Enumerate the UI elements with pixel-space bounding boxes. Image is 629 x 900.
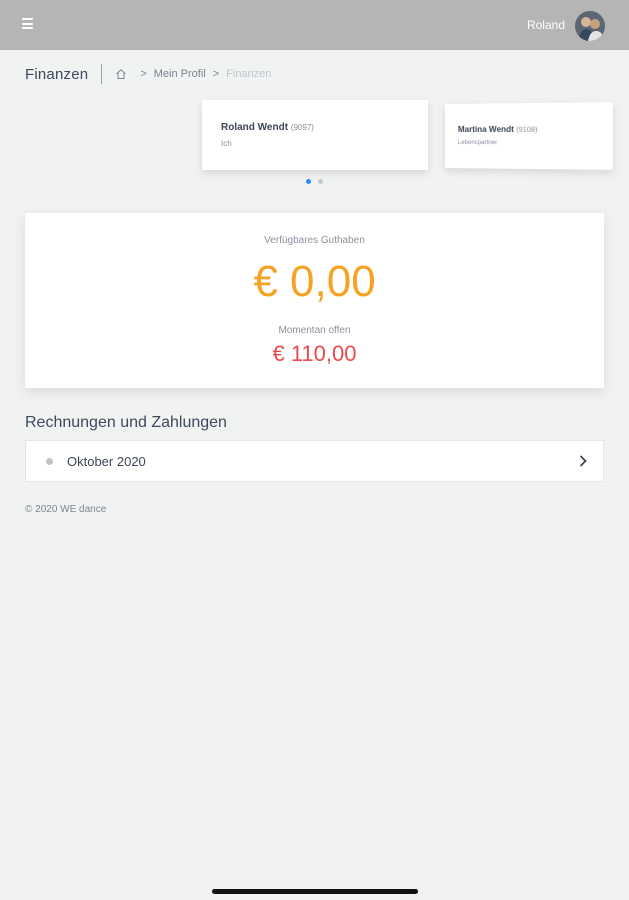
available-balance-amount: € 0,00 [25, 257, 604, 307]
member-name: Roland Wendt (9097) [221, 122, 428, 133]
member-card-roland[interactable]: Roland Wendt (9097) Ich [202, 100, 428, 170]
breadcrumb-separator: > [140, 68, 146, 80]
footer-copyright: © 2020 WE dance [25, 504, 106, 515]
member-name-text: Martina Wendt [458, 125, 514, 134]
home-icon[interactable] [115, 68, 127, 80]
member-name: Martina Wendt (9108) [458, 124, 613, 134]
member-id: (9097) [291, 123, 314, 132]
member-card-martina[interactable]: Martina Wendt (9108) Lebenspartner [445, 102, 613, 170]
hamburger-menu-icon[interactable] [22, 18, 33, 29]
user-name[interactable]: Roland [527, 18, 565, 32]
page-title: Finanzen [25, 66, 88, 83]
member-name-text: Roland Wendt [221, 122, 288, 133]
avatar[interactable] [575, 11, 605, 41]
carousel-dot-2[interactable] [318, 179, 323, 184]
breadcrumb-mein-profil[interactable]: Mein Profil [154, 68, 206, 80]
home-indicator[interactable] [212, 889, 418, 894]
member-role: Lebenspartner [458, 140, 613, 147]
breadcrumb: > Mein Profil > Finanzen [115, 68, 271, 80]
member-id: (9108) [516, 127, 537, 134]
balance-card: Verfügbares Guthaben € 0,00 Momentan off… [25, 213, 604, 388]
status-dot [46, 458, 53, 465]
chevron-right-icon [577, 454, 589, 468]
member-role: Ich [221, 139, 428, 148]
breadcrumb-separator: > [213, 68, 219, 80]
breadcrumb-finanzen: Finanzen [226, 68, 271, 80]
invoice-row-label: Oktober 2020 [67, 454, 146, 469]
invoices-section-title: Rechnungen und Zahlungen [25, 414, 227, 432]
carousel-dot-1[interactable] [306, 179, 311, 184]
page-header: Finanzen > Mein Profil > Finanzen [25, 62, 271, 86]
open-amount-value: € 110,00 [25, 341, 604, 367]
carousel-pagination [306, 179, 323, 184]
header-divider [101, 64, 102, 84]
open-amount-label: Momentan offen [25, 325, 604, 336]
invoice-row-oktober-2020[interactable]: Oktober 2020 [25, 440, 604, 482]
available-balance-label: Verfügbares Guthaben [25, 235, 604, 246]
top-bar: Roland [0, 0, 629, 50]
